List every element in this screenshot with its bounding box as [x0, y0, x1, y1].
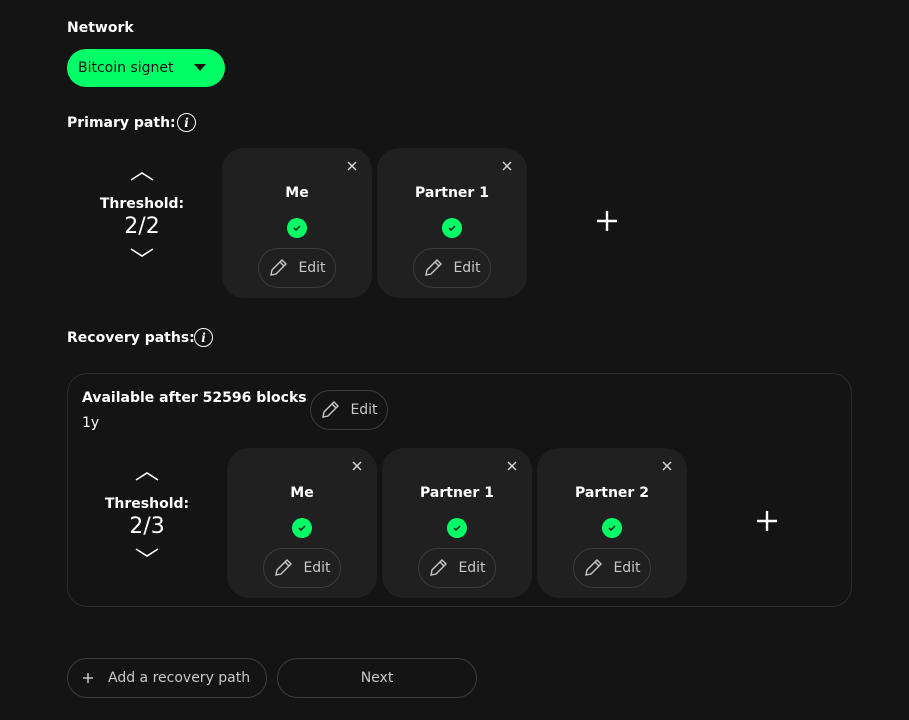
pencil-icon — [425, 259, 443, 276]
edit-key-button[interactable]: Edit — [258, 248, 336, 288]
key-card-me: Me Edit — [222, 148, 372, 298]
key-name: Me — [290, 485, 314, 501]
check-icon — [287, 218, 307, 238]
remove-key-icon[interactable] — [661, 460, 673, 472]
recovery-key-card-partner-2: Partner 2 Edit — [537, 448, 687, 598]
next-label: Next — [360, 670, 394, 686]
recovery-paths-info-icon[interactable]: i — [194, 328, 213, 347]
pencil-icon — [270, 259, 288, 276]
recovery-paths-label: Recovery paths: — [67, 330, 195, 346]
check-icon — [292, 518, 312, 538]
edit-label: Edit — [453, 260, 481, 276]
edit-label: Edit — [303, 560, 331, 576]
edit-key-button[interactable]: Edit — [418, 548, 496, 588]
edit-key-button[interactable]: Edit — [573, 548, 651, 588]
primary-threshold: Threshold: 2/2 — [92, 170, 192, 259]
edit-key-button[interactable]: Edit — [413, 248, 491, 288]
edit-label: Edit — [350, 402, 378, 418]
threshold-value: 2/3 — [129, 514, 165, 539]
recovery-key-card-partner-1: Partner 1 Edit — [382, 448, 532, 598]
edit-label: Edit — [613, 560, 641, 576]
pencil-icon — [430, 559, 448, 576]
threshold-increase-icon[interactable] — [135, 470, 159, 482]
threshold-value: 2/2 — [124, 214, 160, 239]
key-name: Partner 2 — [575, 485, 649, 501]
edit-key-button[interactable]: Edit — [263, 548, 341, 588]
add-key-icon[interactable] — [596, 210, 618, 232]
edit-recovery-path-button[interactable]: Edit — [310, 390, 388, 430]
pencil-icon — [275, 559, 293, 576]
remove-key-icon[interactable] — [506, 460, 518, 472]
remove-key-icon[interactable] — [351, 460, 363, 472]
key-name: Partner 1 — [420, 485, 494, 501]
edit-label: Edit — [458, 560, 486, 576]
add-recovery-path-label: Add a recovery path — [108, 670, 251, 686]
remove-key-icon[interactable] — [346, 160, 358, 172]
primary-path-info-icon[interactable]: i — [177, 113, 196, 132]
next-button[interactable]: Next — [277, 658, 477, 698]
pencil-icon — [585, 559, 603, 576]
recovery-path-duration: 1y — [82, 415, 100, 431]
edit-label: Edit — [298, 260, 326, 276]
check-icon — [447, 518, 467, 538]
key-card-partner-1: Partner 1 Edit — [377, 148, 527, 298]
network-select[interactable]: Bitcoin signet — [67, 49, 225, 87]
add-recovery-path-button[interactable]: Add a recovery path — [67, 658, 267, 698]
threshold-decrease-icon[interactable] — [135, 547, 159, 559]
threshold-label: Threshold: — [99, 196, 185, 212]
threshold-decrease-icon[interactable] — [130, 247, 154, 259]
network-selected-value: Bitcoin signet — [78, 60, 174, 76]
threshold-increase-icon[interactable] — [130, 170, 154, 182]
primary-path-label: Primary path: — [67, 115, 176, 131]
caret-down-icon — [194, 64, 206, 71]
add-recovery-key-icon[interactable] — [756, 510, 778, 532]
check-icon — [602, 518, 622, 538]
key-name: Partner 1 — [415, 185, 489, 201]
network-label: Network — [67, 20, 134, 36]
remove-key-icon[interactable] — [501, 160, 513, 172]
recovery-threshold: Threshold: 2/3 — [97, 470, 197, 559]
recovery-key-card-me: Me Edit — [227, 448, 377, 598]
recovery-path-title: Available after 52596 blocks — [82, 390, 307, 406]
key-name: Me — [285, 185, 309, 201]
threshold-label: Threshold: — [104, 496, 190, 512]
plus-icon — [83, 673, 93, 683]
pencil-icon — [322, 401, 340, 418]
check-icon — [442, 218, 462, 238]
